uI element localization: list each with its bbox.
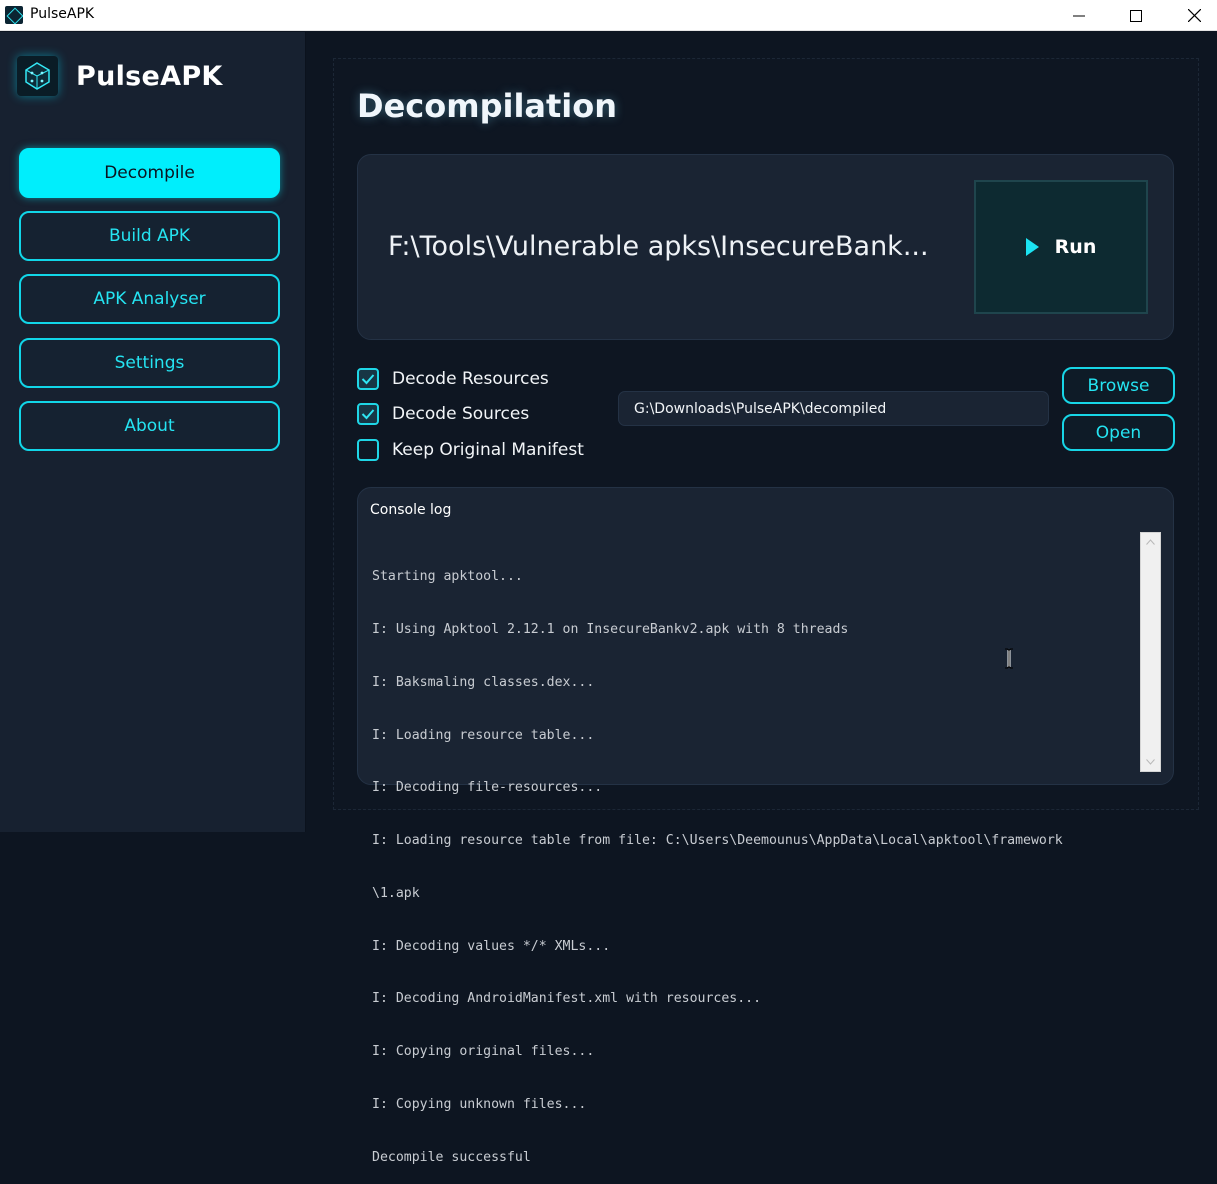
console-scrollbar[interactable] bbox=[1140, 532, 1161, 772]
console-line: I: Copying original files... bbox=[372, 1044, 595, 1060]
maximize-icon bbox=[1130, 9, 1142, 22]
minimize-icon bbox=[1073, 15, 1085, 16]
checkbox-unchecked-icon bbox=[357, 439, 379, 461]
checkbox-checked-icon bbox=[357, 403, 379, 425]
close-icon bbox=[1187, 9, 1201, 22]
keep-original-manifest-checkbox[interactable]: Keep Original Manifest bbox=[357, 439, 584, 461]
console-line: I: Loading resource table from file: C:\… bbox=[372, 833, 1063, 849]
checkbox-label: Decode Sources bbox=[392, 404, 530, 424]
scroll-down-icon[interactable] bbox=[1141, 753, 1160, 771]
console-line: I: Decoding AndroidManifest.xml with res… bbox=[372, 991, 762, 1007]
page-title: Decompilation bbox=[357, 87, 618, 125]
browse-button[interactable]: Browse bbox=[1062, 367, 1175, 404]
console-line: I: Baksmaling classes.dex... bbox=[372, 674, 595, 690]
open-button[interactable]: Open bbox=[1062, 414, 1175, 451]
sidebar-item-settings[interactable]: Settings bbox=[19, 338, 280, 388]
window-title: PulseAPK bbox=[30, 6, 95, 22]
apk-path-text[interactable]: F:\Tools\Vulnerable apks\InsecureBank... bbox=[388, 231, 929, 262]
console-line: Decompile successful bbox=[372, 1149, 531, 1165]
console-log-text[interactable]: Starting apktool... I: Using Apktool 2.1… bbox=[372, 533, 1138, 1184]
checkbox-label: Keep Original Manifest bbox=[392, 440, 584, 460]
scroll-up-icon[interactable] bbox=[1141, 533, 1160, 551]
console-line: \1.apk bbox=[372, 885, 420, 901]
checkbox-checked-icon bbox=[357, 368, 379, 390]
app-icon bbox=[5, 6, 23, 24]
run-label: Run bbox=[1054, 236, 1097, 258]
close-button[interactable] bbox=[1165, 0, 1217, 31]
console-line: I: Copying unknown files... bbox=[372, 1097, 587, 1112]
sidebar-item-build-apk[interactable]: Build APK bbox=[19, 211, 280, 261]
run-button[interactable]: Run bbox=[974, 180, 1148, 314]
decode-sources-checkbox[interactable]: Decode Sources bbox=[357, 403, 529, 425]
brand-logo-icon bbox=[17, 56, 58, 96]
checkbox-label: Decode Resources bbox=[392, 369, 549, 389]
decode-resources-checkbox[interactable]: Decode Resources bbox=[357, 368, 549, 390]
console-line: I: Decoding values */* XMLs... bbox=[372, 938, 611, 954]
window-titlebar: PulseAPK bbox=[0, 0, 1217, 31]
sidebar-item-about[interactable]: About bbox=[19, 401, 280, 451]
maximize-button[interactable] bbox=[1107, 0, 1165, 31]
play-icon bbox=[1025, 238, 1039, 256]
sidebar-item-apk-analyser[interactable]: APK Analyser bbox=[19, 274, 280, 324]
output-directory-field[interactable]: G:\Downloads\PulseAPK\decompiled bbox=[618, 391, 1049, 426]
brand-name: PulseAPK bbox=[76, 61, 223, 92]
minimize-button[interactable] bbox=[1050, 0, 1108, 31]
console-line: I: Using Apktool 2.12.1 on InsecureBankv… bbox=[372, 621, 849, 637]
console-log-title: Console log bbox=[370, 502, 452, 518]
sidebar-item-decompile[interactable]: Decompile bbox=[19, 148, 280, 198]
console-line: Starting apktool... bbox=[372, 569, 523, 585]
console-line: I: Decoding file-resources... bbox=[372, 780, 603, 796]
text-cursor-icon bbox=[1004, 648, 1014, 669]
console-line: I: Loading resource table... bbox=[372, 727, 595, 743]
